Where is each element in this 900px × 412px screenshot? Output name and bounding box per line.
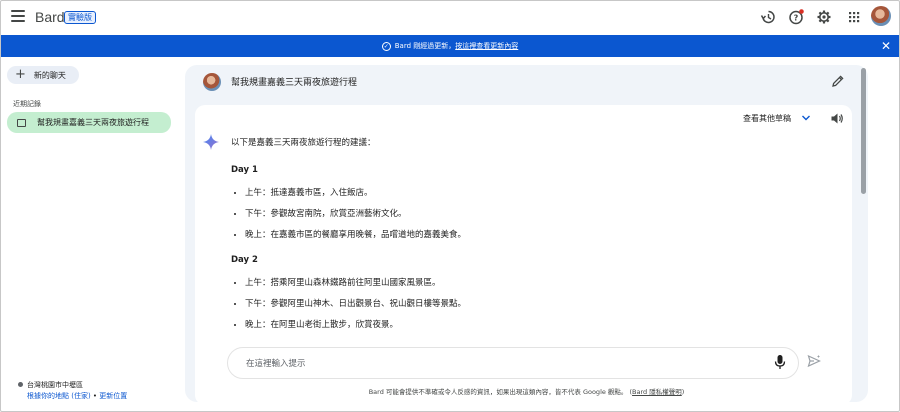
bard-sparkle-icon [203,134,219,150]
update-banner: ✓ Bard 剛經過更新， 按這裡查看更新內容 ✕ [1,35,899,57]
itinerary-item: 上午：抵達嘉義市區，入住飯店。 [245,188,831,199]
chat-bubble-icon [17,118,26,127]
privacy-link[interactable]: Bard 隱私權聲明 [632,388,682,396]
brand-logo[interactable]: Bard [35,9,65,25]
day-list: 上午：抵達嘉義市區，入住飯店。 下午：參觀故宮南院，欣賞亞洲藝術文化。 晚上：在… [245,188,831,241]
update-location-link[interactable]: 更新位置 [99,392,127,400]
day-list: 上午：搭乘阿里山森林鐵路前往阿里山國家風景區。 下午：參觀阿里山神木、日出觀景台… [245,278,831,331]
itinerary-item: 上午：搭乘阿里山森林鐵路前往阿里山國家風景區。 [245,278,831,289]
plus-icon: + [15,67,26,82]
new-chat-button[interactable]: + 新的聊天 [7,66,79,84]
menu-icon[interactable] [11,10,25,22]
itinerary-item: 下午：參觀故宮南院，欣賞亞洲藝術文化。 [245,209,831,220]
account-avatar[interactable] [871,6,891,26]
prompt-box [227,347,799,379]
response-content: 以下是嘉義三天兩夜旅遊行程的建議： Day 1 上午：抵達嘉義市區，入住飯店。 … [231,136,831,345]
settings-gear-icon[interactable] [816,9,832,25]
location-dot-icon [18,382,23,387]
location-place: 台灣桃園市中壢區 [27,381,83,389]
itinerary-item: 下午：參觀阿里山神木、日出觀景台、祝山觀日樓等景點。 [245,299,831,310]
location-separator: • [90,392,100,400]
apps-grid-icon[interactable] [846,9,862,25]
microphone-icon[interactable] [774,354,786,370]
itinerary-item: 晚上：在阿里山老街上散步，欣賞夜景。 [245,320,831,331]
edit-pencil-icon[interactable] [831,74,845,88]
recent-heading: 近期記錄 [13,100,41,108]
recent-chat-item[interactable]: 幫我規畫嘉義三天兩夜旅遊行程 [7,112,171,133]
help-icon[interactable]: ? [788,9,804,25]
banner-text: Bard 剛經過更新， [394,42,456,50]
location-info: 台灣桃園市中壢區 根據你的地點 (住家) • 更新位置 [18,380,127,402]
check-circle-icon: ✓ [381,41,391,51]
close-icon[interactable]: ✕ [881,39,891,53]
footer-disclaimer: Bard 可能會提供不準確或令人反感的資訊，如果出現這類內容，皆不代表 Goog… [368,388,685,396]
location-source-link[interactable]: 根據你的地點 (住家) [27,392,91,400]
experiment-badge: 實驗版 [64,11,96,24]
day-heading: Day 2 [231,255,258,265]
top-bar: Bard 實驗版 ? [0,0,900,35]
itinerary-item: 晚上：在嘉義市區的餐廳享用晚餐，品嚐道地的嘉義美食。 [245,230,831,241]
user-question: 幫我規畫嘉義三天兩夜旅遊行程 [231,78,358,88]
speaker-icon[interactable] [830,112,844,125]
disclaimer-text: Bard 可能會提供不準確或令人反感的資訊，如果出現這類內容，皆不代表 Goog… [368,388,628,396]
history-icon[interactable] [760,9,776,25]
view-drafts-button[interactable]: 查看其他草稿 [743,113,791,124]
response-intro: 以下是嘉義三天兩夜旅遊行程的建議： [231,138,376,148]
svg-text:?: ? [794,14,799,23]
prompt-input[interactable] [246,355,746,373]
user-avatar [203,73,221,91]
send-icon[interactable] [807,354,821,368]
chevron-down-icon[interactable] [801,114,811,122]
recent-chat-label: 幫我規畫嘉義三天兩夜旅遊行程 [37,118,149,127]
scrollbar-thumb[interactable] [861,68,866,194]
day-heading: Day 1 [231,165,258,175]
new-chat-label: 新的聊天 [33,70,66,80]
banner-update-link[interactable]: 按這裡查看更新內容 [455,41,518,51]
